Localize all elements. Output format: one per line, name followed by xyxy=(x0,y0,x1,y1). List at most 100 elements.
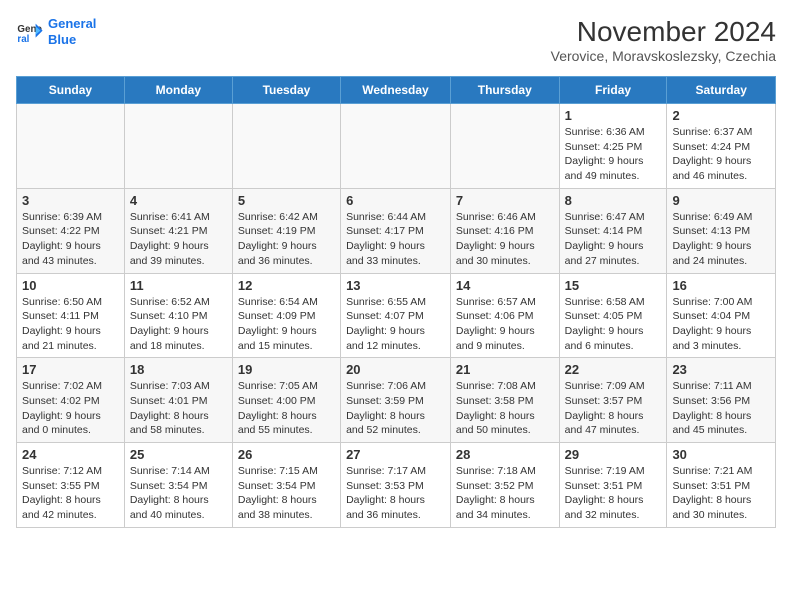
svg-text:ral: ral xyxy=(17,33,29,44)
day-number: 13 xyxy=(346,278,445,293)
day-info: Sunrise: 7:12 AM Sunset: 3:55 PM Dayligh… xyxy=(22,464,119,523)
day-info: Sunrise: 7:03 AM Sunset: 4:01 PM Dayligh… xyxy=(130,379,227,438)
logo: Gene ral General Blue xyxy=(16,16,96,47)
day-info: Sunrise: 6:42 AM Sunset: 4:19 PM Dayligh… xyxy=(238,210,335,269)
day-number: 8 xyxy=(565,193,662,208)
day-number: 23 xyxy=(672,362,770,377)
day-info: Sunrise: 6:36 AM Sunset: 4:25 PM Dayligh… xyxy=(565,125,662,184)
weekday-header-friday: Friday xyxy=(559,77,667,104)
calendar-cell: 1 Sunrise: 6:36 AM Sunset: 4:25 PM Daylig… xyxy=(559,104,667,189)
calendar-cell: 21Sunrise: 7:08 AM Sunset: 3:58 PM Dayli… xyxy=(450,358,559,443)
calendar-cell: 20 Sunrise: 7:06 AM Sunset: 3:59 PM Dayli… xyxy=(341,358,451,443)
calendar-cell: 5 Sunrise: 6:42 AM Sunset: 4:19 PM Daylig… xyxy=(232,188,340,273)
calendar-cell: 24 Sunrise: 7:12 AM Sunset: 3:55 PM Dayli… xyxy=(17,443,125,528)
calendar-week-3: 10 Sunrise: 6:50 AM Sunset: 4:11 PM Dayli… xyxy=(17,273,776,358)
day-info: Sunrise: 7:14 AM Sunset: 3:54 PM Dayligh… xyxy=(130,464,227,523)
day-number: 17 xyxy=(22,362,119,377)
calendar-cell: 6 Sunrise: 6:44 AM Sunset: 4:17 PM Daylig… xyxy=(341,188,451,273)
calendar-cell: 19 Sunrise: 7:05 AM Sunset: 4:00 PM Dayli… xyxy=(232,358,340,443)
day-number: 21 xyxy=(456,362,554,377)
day-number: 11 xyxy=(130,278,227,293)
day-info: Sunrise: 7:09 AM Sunset: 3:57 PM Dayligh… xyxy=(565,379,662,438)
calendar-cell: 25Sunrise: 7:14 AM Sunset: 3:54 PM Dayli… xyxy=(124,443,232,528)
calendar-cell: 27 Sunrise: 7:17 AM Sunset: 3:53 PM Dayli… xyxy=(341,443,451,528)
day-number: 5 xyxy=(238,193,335,208)
title-area: November 2024 Verovice, Moravskoslezsky,… xyxy=(551,16,776,64)
day-number: 24 xyxy=(22,447,119,462)
day-info: Sunrise: 6:55 AM Sunset: 4:07 PM Dayligh… xyxy=(346,295,445,354)
page-title: November 2024 xyxy=(551,16,776,48)
weekday-header-sunday: Sunday xyxy=(17,77,125,104)
calendar-cell: 16Sunrise: 7:00 AM Sunset: 4:04 PM Dayli… xyxy=(667,273,776,358)
logo-icon: Gene ral xyxy=(16,18,44,46)
day-number: 20 xyxy=(346,362,445,377)
day-info: Sunrise: 6:39 AM Sunset: 4:22 PM Dayligh… xyxy=(22,210,119,269)
day-number: 9 xyxy=(672,193,770,208)
calendar-cell: 12Sunrise: 6:54 AM Sunset: 4:09 PM Dayli… xyxy=(232,273,340,358)
day-number: 1 xyxy=(565,108,662,123)
weekday-header-saturday: Saturday xyxy=(667,77,776,104)
calendar-cell: 26Sunrise: 7:15 AM Sunset: 3:54 PM Dayli… xyxy=(232,443,340,528)
calendar-cell: 14 Sunrise: 6:57 AM Sunset: 4:06 PM Dayli… xyxy=(450,273,559,358)
header: Gene ral General Blue November 2024 Vero… xyxy=(16,16,776,64)
calendar-cell: 9 Sunrise: 6:49 AM Sunset: 4:13 PM Daylig… xyxy=(667,188,776,273)
day-number: 22 xyxy=(565,362,662,377)
calendar-week-5: 24 Sunrise: 7:12 AM Sunset: 3:55 PM Dayli… xyxy=(17,443,776,528)
calendar-week-2: 3 Sunrise: 6:39 AM Sunset: 4:22 PM Daylig… xyxy=(17,188,776,273)
calendar-cell xyxy=(17,104,125,189)
day-number: 16 xyxy=(672,278,770,293)
day-info: Sunrise: 6:44 AM Sunset: 4:17 PM Dayligh… xyxy=(346,210,445,269)
day-number: 27 xyxy=(346,447,445,462)
day-number: 14 xyxy=(456,278,554,293)
logo-text: General Blue xyxy=(48,16,96,47)
calendar-week-4: 17 Sunrise: 7:02 AM Sunset: 4:02 PM Dayli… xyxy=(17,358,776,443)
day-info: Sunrise: 6:50 AM Sunset: 4:11 PM Dayligh… xyxy=(22,295,119,354)
day-number: 2 xyxy=(672,108,770,123)
day-info: Sunrise: 7:05 AM Sunset: 4:00 PM Dayligh… xyxy=(238,379,335,438)
day-number: 28 xyxy=(456,447,554,462)
calendar-cell: 2 Sunrise: 6:37 AM Sunset: 4:24 PM Daylig… xyxy=(667,104,776,189)
day-info: Sunrise: 7:19 AM Sunset: 3:51 PM Dayligh… xyxy=(565,464,662,523)
weekday-header-wednesday: Wednesday xyxy=(341,77,451,104)
day-info: Sunrise: 6:52 AM Sunset: 4:10 PM Dayligh… xyxy=(130,295,227,354)
day-info: Sunrise: 7:17 AM Sunset: 3:53 PM Dayligh… xyxy=(346,464,445,523)
calendar-cell xyxy=(124,104,232,189)
day-info: Sunrise: 7:21 AM Sunset: 3:51 PM Dayligh… xyxy=(672,464,770,523)
calendar-cell xyxy=(450,104,559,189)
page-subtitle: Verovice, Moravskoslezsky, Czechia xyxy=(551,48,776,64)
day-info: Sunrise: 6:57 AM Sunset: 4:06 PM Dayligh… xyxy=(456,295,554,354)
day-info: Sunrise: 6:47 AM Sunset: 4:14 PM Dayligh… xyxy=(565,210,662,269)
day-info: Sunrise: 6:41 AM Sunset: 4:21 PM Dayligh… xyxy=(130,210,227,269)
day-number: 19 xyxy=(238,362,335,377)
calendar-cell: 7Sunrise: 6:46 AM Sunset: 4:16 PM Daylig… xyxy=(450,188,559,273)
day-info: Sunrise: 6:49 AM Sunset: 4:13 PM Dayligh… xyxy=(672,210,770,269)
calendar-cell: 28Sunrise: 7:18 AM Sunset: 3:52 PM Dayli… xyxy=(450,443,559,528)
day-number: 3 xyxy=(22,193,119,208)
calendar-cell: 18 Sunrise: 7:03 AM Sunset: 4:01 PM Dayli… xyxy=(124,358,232,443)
day-info: Sunrise: 6:58 AM Sunset: 4:05 PM Dayligh… xyxy=(565,295,662,354)
day-info: Sunrise: 6:54 AM Sunset: 4:09 PM Dayligh… xyxy=(238,295,335,354)
day-number: 18 xyxy=(130,362,227,377)
calendar-cell: 17 Sunrise: 7:02 AM Sunset: 4:02 PM Dayli… xyxy=(17,358,125,443)
day-number: 15 xyxy=(565,278,662,293)
weekday-header-tuesday: Tuesday xyxy=(232,77,340,104)
logo-line2: Blue xyxy=(48,32,76,47)
day-number: 7 xyxy=(456,193,554,208)
day-info: Sunrise: 7:06 AM Sunset: 3:59 PM Dayligh… xyxy=(346,379,445,438)
calendar-cell: 23Sunrise: 7:11 AM Sunset: 3:56 PM Dayli… xyxy=(667,358,776,443)
day-number: 6 xyxy=(346,193,445,208)
calendar-cell: 10 Sunrise: 6:50 AM Sunset: 4:11 PM Dayli… xyxy=(17,273,125,358)
day-number: 4 xyxy=(130,193,227,208)
day-info: Sunrise: 7:02 AM Sunset: 4:02 PM Dayligh… xyxy=(22,379,119,438)
day-number: 26 xyxy=(238,447,335,462)
day-number: 30 xyxy=(672,447,770,462)
calendar-cell: 29Sunrise: 7:19 AM Sunset: 3:51 PM Dayli… xyxy=(559,443,667,528)
calendar-cell xyxy=(232,104,340,189)
day-info: Sunrise: 6:37 AM Sunset: 4:24 PM Dayligh… xyxy=(672,125,770,184)
day-number: 10 xyxy=(22,278,119,293)
calendar-cell: 11 Sunrise: 6:52 AM Sunset: 4:10 PM Dayli… xyxy=(124,273,232,358)
calendar-cell: 8 Sunrise: 6:47 AM Sunset: 4:14 PM Daylig… xyxy=(559,188,667,273)
weekday-header-row: SundayMondayTuesdayWednesdayThursdayFrid… xyxy=(17,77,776,104)
calendar-cell: 13 Sunrise: 6:55 AM Sunset: 4:07 PM Dayli… xyxy=(341,273,451,358)
calendar-week-1: 1 Sunrise: 6:36 AM Sunset: 4:25 PM Daylig… xyxy=(17,104,776,189)
